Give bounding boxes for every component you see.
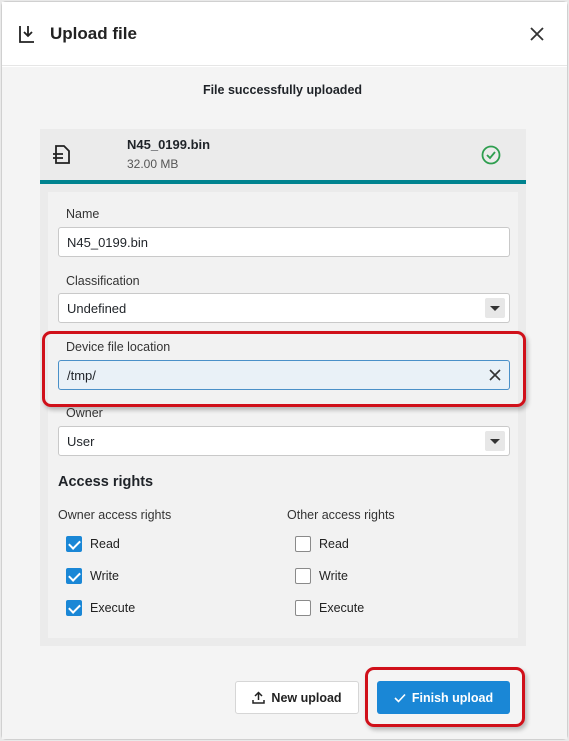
chevron-down-icon[interactable] bbox=[485, 431, 505, 451]
close-icon[interactable] bbox=[529, 26, 545, 42]
name-label: Name bbox=[66, 207, 100, 221]
owner-read-checkbox[interactable] bbox=[66, 536, 82, 552]
dialog-header: Upload file bbox=[2, 2, 567, 66]
owner-execute-checkbox[interactable] bbox=[66, 600, 82, 616]
owner-read-label: Read bbox=[90, 537, 120, 551]
new-upload-label: New upload bbox=[271, 690, 342, 705]
upload-status-message: File successfully uploaded bbox=[202, 83, 363, 97]
file-icon bbox=[53, 145, 70, 164]
owner-select[interactable]: User bbox=[58, 426, 510, 456]
new-upload-button[interactable]: New upload bbox=[235, 681, 359, 714]
other-read-checkbox[interactable] bbox=[295, 536, 311, 552]
other-write-label: Write bbox=[319, 569, 348, 583]
name-value: N45_0199.bin bbox=[67, 235, 148, 250]
owner-value: User bbox=[67, 434, 95, 449]
other-read-label: Read bbox=[319, 537, 349, 551]
highlight-finish-button bbox=[365, 667, 525, 727]
file-size: 32.00 MB bbox=[127, 157, 179, 171]
classification-label: Classification bbox=[66, 274, 140, 288]
name-field[interactable]: N45_0199.bin bbox=[58, 227, 510, 257]
other-write-checkbox[interactable] bbox=[295, 568, 311, 584]
owner-label: Owner bbox=[66, 406, 103, 420]
classification-value: Undefined bbox=[67, 301, 127, 316]
check-circle-icon bbox=[481, 145, 501, 165]
upload-icon bbox=[252, 691, 266, 704]
other-execute-checkbox[interactable] bbox=[295, 600, 311, 616]
download-icon bbox=[19, 26, 34, 43]
file-name: N45_0199.bin bbox=[127, 137, 211, 152]
dialog-title: Upload file bbox=[50, 24, 137, 43]
highlight-location-field bbox=[42, 331, 526, 407]
other-access-rights-title: Other access rights bbox=[287, 508, 395, 522]
classification-select[interactable]: Undefined bbox=[58, 293, 510, 323]
owner-write-checkbox[interactable] bbox=[66, 568, 82, 584]
owner-execute-label: Execute bbox=[90, 601, 136, 615]
chevron-down-icon[interactable] bbox=[485, 298, 505, 318]
uploaded-file-card: N45_0199.bin 32.00 MB bbox=[40, 129, 526, 182]
owner-access-rights-title: Owner access rights bbox=[58, 508, 172, 522]
access-rights-title: Access rights bbox=[58, 474, 154, 490]
other-execute-label: Execute bbox=[319, 601, 365, 615]
owner-write-label: Write bbox=[90, 569, 119, 583]
